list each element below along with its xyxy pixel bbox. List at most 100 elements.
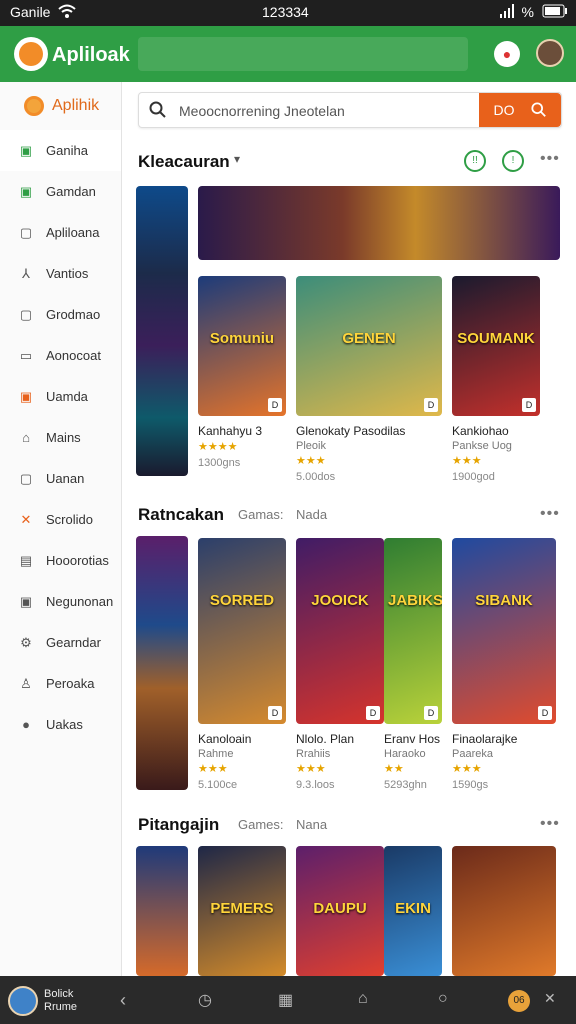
search-button-label: DO <box>493 102 515 118</box>
game-cover[interactable]: EKIN <box>384 846 442 976</box>
game-cover[interactable]: GENEN D <box>296 276 442 416</box>
card-size: 9.3.loos <box>296 779 335 791</box>
more-icon[interactable]: ••• <box>540 815 560 833</box>
tag-icon[interactable]: ⌂ <box>358 990 368 1008</box>
sidebar-item[interactable]: ▣ Negunonan <box>0 581 121 622</box>
home-icon: ⌂ <box>22 430 30 445</box>
sidebar-item[interactable]: ⚙ Gearndar <box>0 622 121 663</box>
settings-icon: ▣ <box>19 593 33 609</box>
card-subtitle: Rahme <box>198 748 234 760</box>
search-button-icon <box>530 102 546 117</box>
platform-badge: D <box>538 706 552 720</box>
sidebar-item-label: Aonocoat <box>46 348 101 363</box>
filter-icon[interactable]: !! <box>464 150 486 172</box>
game-cover[interactable]: PEMERS <box>198 846 286 976</box>
sidebar-item[interactable]: ▭ Aonocoat <box>0 335 121 376</box>
search-box[interactable]: Meoocnorrening Jneotelan DO <box>138 92 562 128</box>
game-card[interactable]: EKIN <box>384 846 442 976</box>
game-card[interactable]: SOUMANK D Kankiohao Pankse Uog ★★★ 1900god <box>452 276 540 483</box>
game-card[interactable]: JOOICK D Nlolo. Plan Rrahiis ★★★ 9.3.loos <box>296 538 384 791</box>
game-card[interactable]: JABIKS D Eranv Hos Haraoko ★★ 5293ghn <box>384 538 442 791</box>
grid-icon[interactable]: ▦ <box>278 990 293 1010</box>
storage-icon: ▤ <box>19 552 33 568</box>
sidebar-item[interactable]: ▣ Gamdan <box>0 171 121 212</box>
notification-icon[interactable]: ● <box>494 41 520 67</box>
card-rating: ★★★ <box>198 763 228 775</box>
sidebar-item[interactable]: ⌂ Mains <box>0 417 121 458</box>
circle-icon[interactable]: ○ <box>438 990 448 1008</box>
game-card[interactable]: GENEN D Glenokaty Pasodilas Pleoik ★★★ 5.00do… <box>296 276 442 483</box>
sidebar-item[interactable]: ▢ Apliloana <box>0 212 121 253</box>
more-icon[interactable]: ••• <box>540 505 560 523</box>
game-cover[interactable]: Somuniu D <box>198 276 286 416</box>
sidebar-item[interactable]: ▣ Ganiha <box>0 130 121 171</box>
coin-badge[interactable]: 06 <box>508 990 530 1012</box>
game-card[interactable] <box>452 846 556 976</box>
cover-title: JABIKS <box>388 592 442 609</box>
sidebar-item-label: Apliloana <box>46 225 100 240</box>
sidebar-item[interactable]: ▢ Uanan <box>0 458 121 499</box>
sidebar-item[interactable]: ● Uakas <box>0 704 121 745</box>
platform-badge: D <box>424 398 438 412</box>
section-filter-value[interactable]: Nana <box>296 817 327 832</box>
info-icon: ● <box>22 717 30 732</box>
top-search-bar[interactable] <box>138 37 468 71</box>
sidebar-item[interactable]: ♙ Peroaka <box>0 663 121 704</box>
card-name: Kanhahyu 3 <box>198 424 263 438</box>
close-icon[interactable]: ✕ <box>544 990 556 1007</box>
more-icon[interactable]: ••• <box>540 150 560 168</box>
game-cover[interactable]: SORRED D <box>198 538 286 724</box>
game-cover[interactable]: JOOICK D <box>296 538 384 724</box>
game-cover[interactable]: JABIKS D <box>384 538 442 724</box>
sidebar-item-label: Ganiha <box>46 143 88 158</box>
game-card[interactable]: SIBANK D Finaolarajke Paareka ★★★ 1590gs <box>452 538 556 791</box>
game-cover[interactable]: DAUPU <box>296 846 384 976</box>
game-card[interactable]: DAUPU <box>296 846 384 976</box>
side-banner-strip[interactable] <box>136 846 188 976</box>
sidebar-item[interactable]: ✕ Scrolido <box>0 499 121 540</box>
card-size: 5.00dos <box>296 471 336 483</box>
game-cover[interactable]: SOUMANK D <box>452 276 540 416</box>
game-cover[interactable] <box>452 846 556 976</box>
back-icon[interactable]: ‹ <box>120 990 126 1011</box>
info-icon[interactable]: ! <box>502 150 524 172</box>
side-banner-strip[interactable] <box>136 186 188 476</box>
section-filter-label: Games: <box>238 817 284 832</box>
featured-banner[interactable] <box>198 186 560 260</box>
clock-icon[interactable]: ◷ <box>198 990 212 1010</box>
sidebar-item-label: Gearndar <box>46 635 101 650</box>
game-card[interactable]: PEMERS <box>198 846 286 976</box>
user-avatar[interactable] <box>536 39 564 67</box>
search-button[interactable]: DO <box>479 93 561 127</box>
section-filter-value[interactable]: Nada <box>296 507 327 522</box>
cover-title: DAUPU <box>313 900 367 917</box>
user-avatar[interactable] <box>8 986 38 1016</box>
wifi-icon <box>58 3 76 22</box>
cross-icon: ✕ <box>20 511 32 527</box>
sidebar-item[interactable]: ▣ Uamda <box>0 376 121 417</box>
game-cover[interactable]: SIBANK D <box>452 538 556 724</box>
sidebar-item-label: Mains <box>46 430 81 445</box>
side-banner-strip[interactable] <box>136 536 188 790</box>
game-card[interactable]: Somuniu D Kanhahyu 3 ★★★★ 1300gns <box>198 276 286 469</box>
sidebar-item-label: Gamdan <box>46 184 96 199</box>
cover-title: JOOICK <box>311 592 369 609</box>
platform-badge: D <box>366 706 380 720</box>
sidebar-header[interactable]: Aplihik <box>0 82 121 130</box>
search-icon <box>149 101 167 124</box>
brand-icon <box>24 96 44 116</box>
user-name-line2: Rrume <box>44 1001 78 1013</box>
sidebar-item[interactable]: ▢ Grodmao <box>0 294 121 335</box>
sidebar-item[interactable]: ▤ Hooorotias <box>0 540 121 581</box>
card-name: Finaolarajke <box>452 732 518 746</box>
chevron-down-icon[interactable]: ▾ <box>234 152 240 166</box>
search-input[interactable]: Meoocnorrening Jneotelan <box>179 103 345 119</box>
sidebar-item[interactable]: ⅄ Vantios <box>0 253 121 294</box>
sidebar-item-label: Negunonan <box>46 594 114 609</box>
card-rating: ★★★ <box>452 763 482 775</box>
game-card[interactable]: SORRED D Kanoloain Rahme ★★★ 5.100ce <box>198 538 286 791</box>
cover-title: SORRED <box>209 592 275 609</box>
card-rating: ★★★★ <box>198 441 238 453</box>
sidebar-item-label: Uakas <box>46 717 83 732</box>
calendar-icon: ▣ <box>19 388 33 404</box>
